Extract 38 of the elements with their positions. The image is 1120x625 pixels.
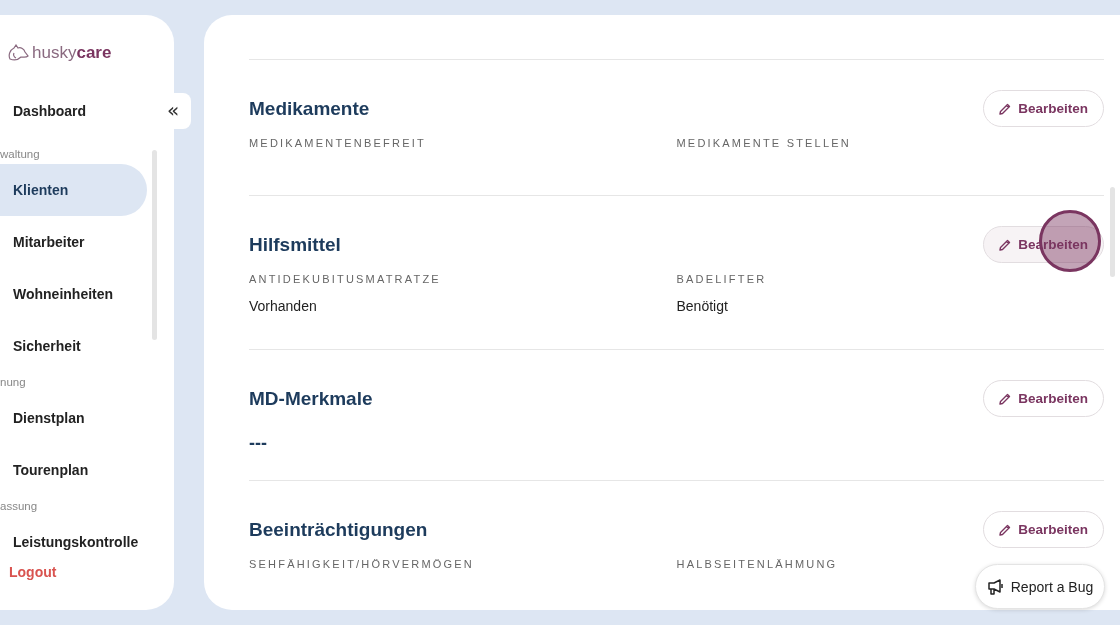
field-value: Vorhanden: [249, 298, 318, 314]
nav-item[interactable]: Leistungskontrolle: [0, 516, 147, 563]
edit-button[interactable]: Bearbeiten: [983, 90, 1104, 127]
scrollbar[interactable]: [1110, 187, 1115, 277]
nav-section-label: waltung: [0, 147, 41, 162]
field-label: HALBSEITENLÄHMUNG: [676, 558, 839, 570]
nav-item[interactable]: Klienten: [0, 164, 147, 216]
pencil-icon: [998, 237, 1013, 252]
edit-button[interactable]: Bearbeiten: [983, 380, 1104, 417]
nav-item[interactable]: Dienstplan: [0, 392, 147, 444]
section-title: Medikamente: [249, 97, 370, 120]
scrollbar[interactable]: [152, 150, 157, 340]
logout-link[interactable]: Logout: [9, 564, 57, 580]
section-title: Hilfsmittel: [249, 233, 341, 256]
field-label: ANTIDEKUBITUSMATRATZE: [249, 273, 442, 285]
pencil-icon: [998, 391, 1013, 406]
pencil-icon: [998, 101, 1013, 116]
empty-value: ---: [249, 433, 268, 454]
field-label: MEDIKAMENTE STELLEN: [676, 137, 852, 149]
nav-section-label: assung: [0, 499, 39, 514]
nav-section-label: nung: [0, 375, 27, 390]
section-title: MD-Merkmale: [249, 387, 373, 410]
section-title: Beeinträchtigungen: [249, 518, 428, 541]
logo-text: huskycare: [32, 43, 112, 63]
nav-item[interactable]: Wohneinheiten: [0, 268, 147, 320]
megaphone-icon: [986, 577, 1005, 596]
field-label: BADELIFTER: [676, 273, 768, 285]
pencil-icon: [998, 522, 1013, 537]
nav-item[interactable]: Tourenplan: [0, 444, 147, 496]
report-bug-button[interactable]: Report a Bug: [975, 564, 1105, 609]
nav-item[interactable]: Dashboard: [0, 85, 147, 137]
field-label: MEDIKAMENTENBEFREIT: [249, 137, 427, 149]
dog-head-icon: [7, 44, 29, 62]
nav-item[interactable]: Sicherheit: [0, 320, 147, 372]
field-label: SEHFÄHIGKEIT/HÖRVERMÖGEN: [249, 558, 475, 570]
nav-item[interactable]: Mitarbeiter: [0, 216, 147, 268]
field-value: Benötigt: [676, 298, 729, 314]
edit-button[interactable]: Bearbeiten: [983, 511, 1104, 548]
